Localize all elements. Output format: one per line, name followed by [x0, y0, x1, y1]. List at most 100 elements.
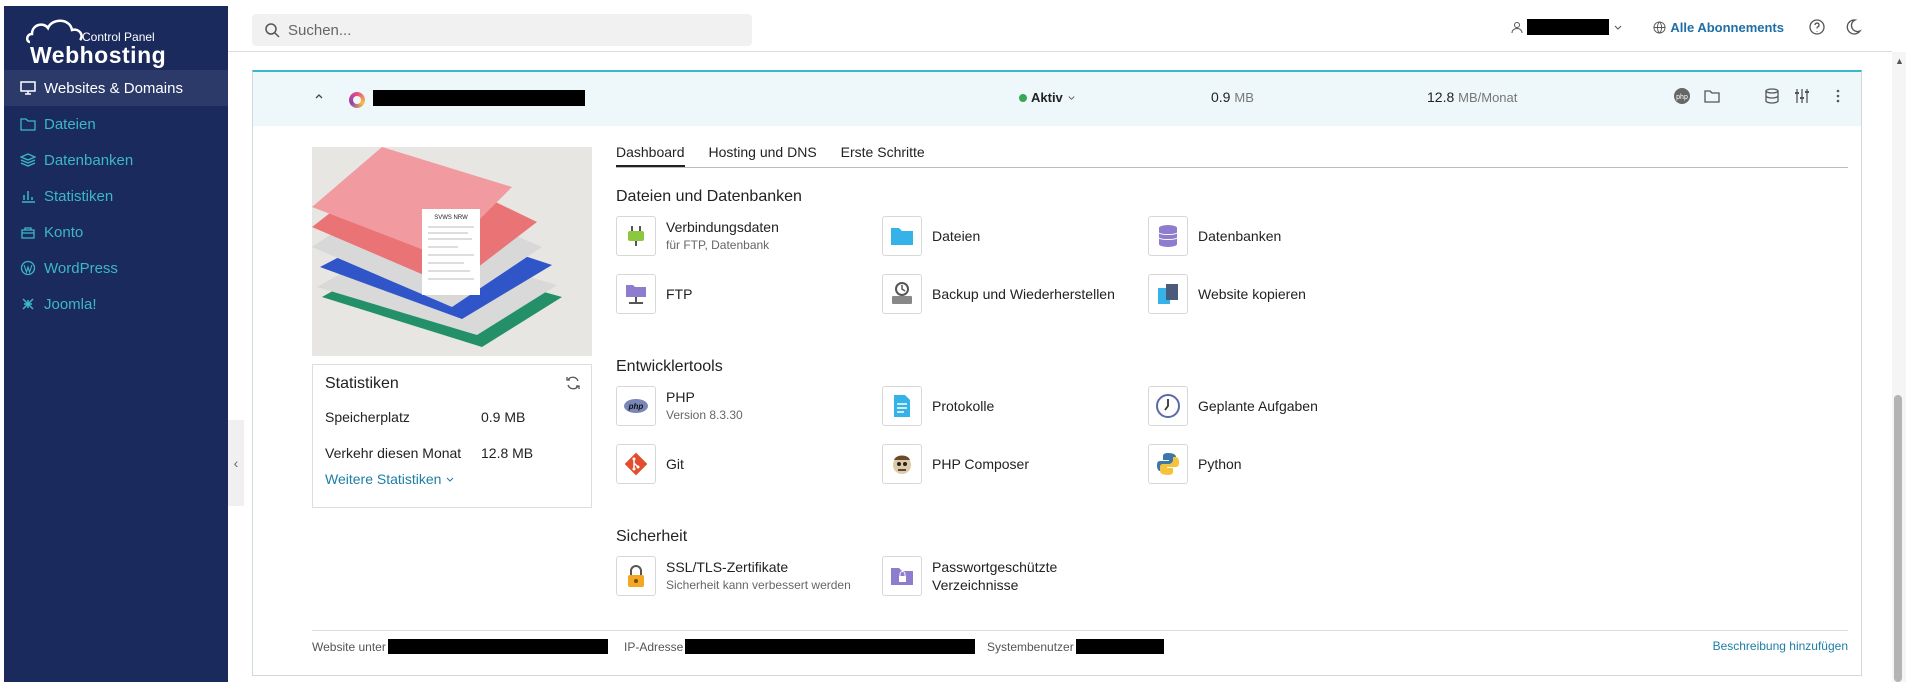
- site-panel: Aktiv 0.9 MB 12.8 MB/Monat php SVWS NRW …: [252, 70, 1862, 676]
- subscriptions-link[interactable]: Alle Abonnements: [1653, 20, 1784, 35]
- chevron-down-icon: [447, 477, 454, 482]
- joomla-icon: [22, 298, 34, 310]
- status-label: Aktiv: [1031, 90, 1063, 105]
- sidebar-item-websites-domains[interactable]: Websites & Domains: [4, 70, 228, 106]
- sidebar-item-label: Konto: [44, 223, 84, 241]
- settings-sliders-icon[interactable]: [1793, 87, 1811, 105]
- sidebar-item-wordpress[interactable]: WordPress: [4, 250, 228, 286]
- footer-website-label: Website unter: [312, 639, 386, 654]
- refresh-icon[interactable]: [565, 375, 581, 391]
- redacted-website-path: [387, 639, 608, 654]
- user-menu[interactable]: [1511, 19, 1623, 35]
- sidebar-item-joomla[interactable]: Joomla!: [4, 286, 228, 322]
- chevron-up-icon[interactable]: [313, 90, 325, 102]
- stat-row-traffic: Verkehr diesen Monat 12.8 MB: [325, 435, 579, 471]
- tool-php[interactable]: php PHP Version 8.3.30: [616, 386, 743, 426]
- tool-sub: Version 8.3.30: [666, 408, 743, 422]
- sidebar-item-label: Websites & Domains: [44, 79, 183, 97]
- tab-erste-schritte[interactable]: Erste Schritte: [841, 144, 925, 167]
- tool-label: PHP Composer: [932, 456, 1030, 472]
- tab-dashboard[interactable]: Dashboard: [616, 144, 685, 167]
- sidebar-item-label: Datenbanken: [44, 151, 134, 169]
- footer-ip-label: IP-Adresse: [624, 639, 684, 654]
- more-stats-label: Weitere Statistiken: [325, 471, 442, 487]
- traffic-usage: 12.8 MB/Monat: [1427, 89, 1517, 105]
- sidebar: Control Panel Webhosting Websites & Doma…: [4, 6, 228, 682]
- scrollbar-thumb[interactable]: [1894, 395, 1902, 682]
- site-favicon: [349, 92, 365, 108]
- tool-ssl[interactable]: SSL/TLS-Zertifikate Sicherheit kann verbe…: [616, 556, 851, 596]
- tool-label: Website kopieren: [1198, 286, 1306, 302]
- top-header: Alle Abonnements: [228, 6, 1892, 52]
- section-title-dev: Entwicklertools: [616, 358, 723, 375]
- tool-python[interactable]: Python: [1148, 444, 1242, 484]
- search-box[interactable]: [252, 14, 752, 46]
- footer-sysuser: Systembenutzer: [987, 639, 1164, 654]
- sidebar-item-konto[interactable]: Konto: [4, 214, 228, 250]
- tool-sub: für FTP, Datenbank: [666, 238, 770, 252]
- backup-icon: [882, 274, 922, 314]
- sidebar-item-statistiken[interactable]: Statistiken: [4, 178, 228, 214]
- tool-label: Verbindungsdaten: [666, 219, 779, 235]
- site-thumbnail[interactable]: SVWS NRW: [312, 147, 592, 356]
- search-input[interactable]: [288, 21, 728, 39]
- sidebar-item-datenbanken[interactable]: Datenbanken: [4, 142, 228, 178]
- stat-value: 12.8 MB: [481, 445, 534, 461]
- section-title-files: Dateien und Datenbanken: [616, 188, 802, 205]
- php-icon: php: [616, 386, 656, 426]
- protected-folder-icon: [882, 556, 922, 596]
- sidebar-item-label: WordPress: [44, 259, 118, 277]
- copy-icon: [1148, 274, 1188, 314]
- logo-title: Webhosting: [30, 42, 167, 68]
- tab-hosting-dns[interactable]: Hosting und DNS: [709, 144, 817, 167]
- tool-label: Git: [666, 456, 684, 472]
- php-icon[interactable]: php: [1673, 87, 1691, 105]
- status-dot-icon: [1019, 93, 1027, 102]
- folder-icon: [882, 216, 922, 256]
- scroll-up-arrow[interactable]: ▲: [1895, 56, 1904, 66]
- add-description-link[interactable]: Beschreibung hinzufügen: [1713, 639, 1848, 653]
- tool-dateien[interactable]: Dateien: [882, 216, 980, 256]
- folder-icon[interactable]: [1703, 87, 1721, 105]
- globe-icon: [1653, 20, 1666, 34]
- tool-protokolle[interactable]: Protokolle: [882, 386, 994, 426]
- clock-icon: [1148, 386, 1188, 426]
- more-stats-link[interactable]: Weitere Statistiken: [325, 471, 579, 487]
- tool-protected-dirs[interactable]: Passwortgeschützte Verzeichnisse: [882, 556, 1057, 596]
- sidebar-item-label: Dateien: [44, 115, 96, 133]
- subscriptions-label: Alle Abonnements: [1670, 19, 1784, 35]
- tool-label: Datenbanken: [1198, 228, 1282, 244]
- tool-git[interactable]: Git: [616, 444, 684, 484]
- redacted-domain[interactable]: [373, 90, 585, 106]
- help-icon[interactable]: [1808, 18, 1826, 36]
- database-icon: [1148, 216, 1188, 256]
- tool-label: PHP: [666, 389, 695, 405]
- sidebar-nav: Websites & Domains Dateien Datenbanken S…: [4, 70, 228, 322]
- tool-geplante-aufgaben[interactable]: Geplante Aufgaben: [1148, 386, 1318, 426]
- tool-ftp[interactable]: FTP: [616, 274, 692, 314]
- logo[interactable]: Control Panel Webhosting: [26, 16, 176, 68]
- status-badge[interactable]: Aktiv: [1019, 90, 1076, 105]
- tool-label: Dateien: [932, 228, 981, 244]
- search-icon: [265, 23, 280, 38]
- tool-label: Protokolle: [932, 398, 995, 414]
- tool-verbindungsdaten[interactable]: Verbindungsdaten für FTP, Datenbank: [616, 216, 779, 256]
- svg-text:php: php: [1676, 94, 1688, 101]
- tool-datenbanken[interactable]: Datenbanken: [1148, 216, 1281, 256]
- sidebar-item-dateien[interactable]: Dateien: [4, 106, 228, 142]
- sidebar-item-label: Joomla!: [44, 295, 97, 313]
- traffic-value: 12.8: [1427, 89, 1455, 105]
- tool-sub: Sicherheit kann verbessert werden: [666, 578, 851, 592]
- site-tabs: Dashboard Hosting und DNS Erste Schritte: [616, 144, 1848, 168]
- tool-label: Passwortgeschützte: [932, 559, 1058, 575]
- sidebar-item-label: Statistiken: [44, 187, 114, 205]
- database-icon[interactable]: [1763, 87, 1781, 105]
- tool-website-kopieren[interactable]: Website kopieren: [1148, 274, 1306, 314]
- tool-php-composer[interactable]: PHP Composer: [882, 444, 1029, 484]
- more-vertical-icon[interactable]: [1829, 87, 1847, 105]
- tool-backup[interactable]: Backup und Wiederherstellen: [882, 274, 1115, 314]
- stats-card: Statistiken Speicherplatz 0.9 MB Verkehr…: [312, 364, 592, 508]
- sidebar-collapse-button[interactable]: ‹: [228, 420, 244, 506]
- bar-chart-icon: [22, 191, 35, 203]
- dark-mode-icon[interactable]: [1844, 18, 1862, 36]
